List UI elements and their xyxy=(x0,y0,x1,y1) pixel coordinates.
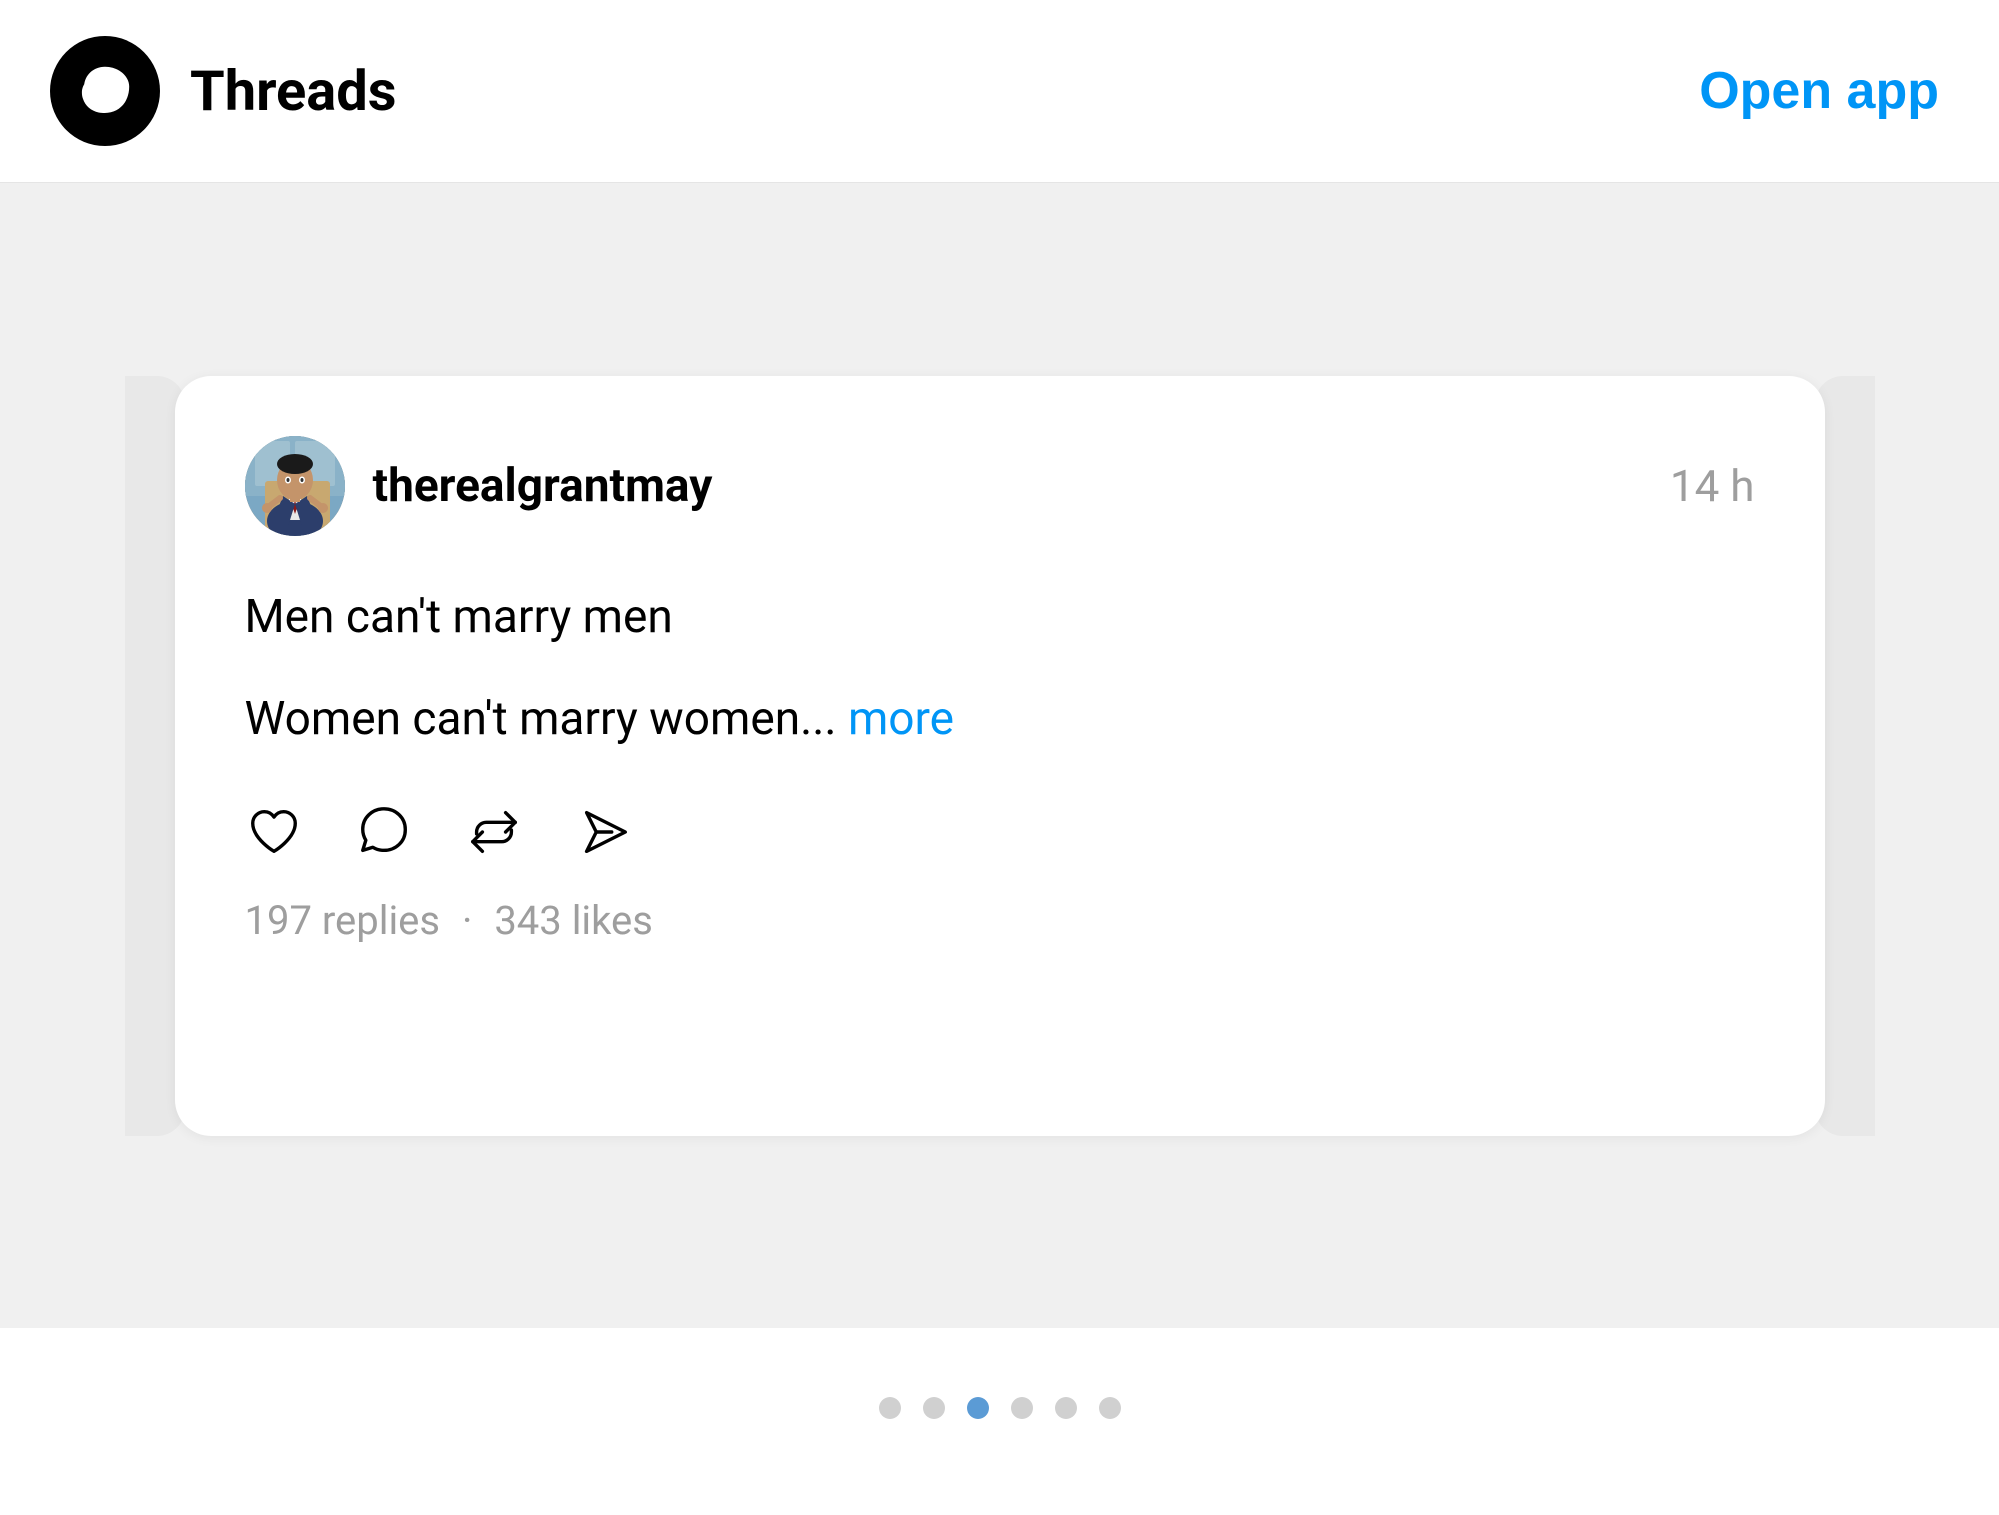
post-line-1: Men can't marry men xyxy=(245,584,1755,651)
post-stats: 197 replies · 343 likes xyxy=(245,897,1755,944)
avatar-image xyxy=(245,436,345,536)
share-icon xyxy=(575,803,633,861)
likes-count: 343 likes xyxy=(494,897,653,944)
post-line-2-text: Women can't marry women... xyxy=(245,692,837,746)
post-timestamp: 14 h xyxy=(1670,460,1755,512)
repost-icon xyxy=(465,803,523,861)
stats-separator: · xyxy=(462,897,472,944)
post-header: therealgrantmay 14 h xyxy=(245,436,1755,536)
app-header: Threads Open app xyxy=(0,0,1999,183)
open-app-button[interactable]: Open app xyxy=(1699,61,1939,121)
replies-count: 197 replies xyxy=(245,897,441,944)
post-text: Men can't marry men Women can't marry wo… xyxy=(245,584,1755,753)
avatar xyxy=(245,436,345,536)
avatar-svg xyxy=(245,436,345,536)
like-button[interactable] xyxy=(245,803,303,861)
threads-logo xyxy=(50,36,160,146)
content-area: therealgrantmay 14 h Men can't marry men… xyxy=(0,183,1999,1328)
heart-icon xyxy=(245,803,303,861)
pagination-dot-4[interactable] xyxy=(1011,1397,1033,1419)
post-username[interactable]: therealgrantmay xyxy=(373,459,713,513)
pagination-dot-5[interactable] xyxy=(1055,1397,1077,1419)
more-link[interactable]: more xyxy=(848,692,954,746)
comment-icon xyxy=(355,803,413,861)
post-actions xyxy=(245,803,1755,861)
cards-container: therealgrantmay 14 h Men can't marry men… xyxy=(0,243,1999,1268)
pagination xyxy=(0,1328,1999,1488)
reply-button[interactable] xyxy=(355,803,413,861)
pagination-dot-2[interactable] xyxy=(923,1397,945,1419)
pagination-dot-6[interactable] xyxy=(1099,1397,1121,1419)
repost-button[interactable] xyxy=(465,803,523,861)
app-title: Threads xyxy=(190,58,397,124)
header-left: Threads xyxy=(50,36,397,146)
share-button[interactable] xyxy=(575,803,633,861)
post-line-2: Women can't marry women... more xyxy=(245,686,1755,753)
post-content: Men can't marry men Women can't marry wo… xyxy=(245,584,1755,753)
post-card: therealgrantmay 14 h Men can't marry men… xyxy=(175,376,1825,1136)
post-user: therealgrantmay xyxy=(245,436,713,536)
threads-logo-icon xyxy=(72,58,138,124)
pagination-dot-1[interactable] xyxy=(879,1397,901,1419)
pagination-dot-3[interactable] xyxy=(967,1397,989,1419)
